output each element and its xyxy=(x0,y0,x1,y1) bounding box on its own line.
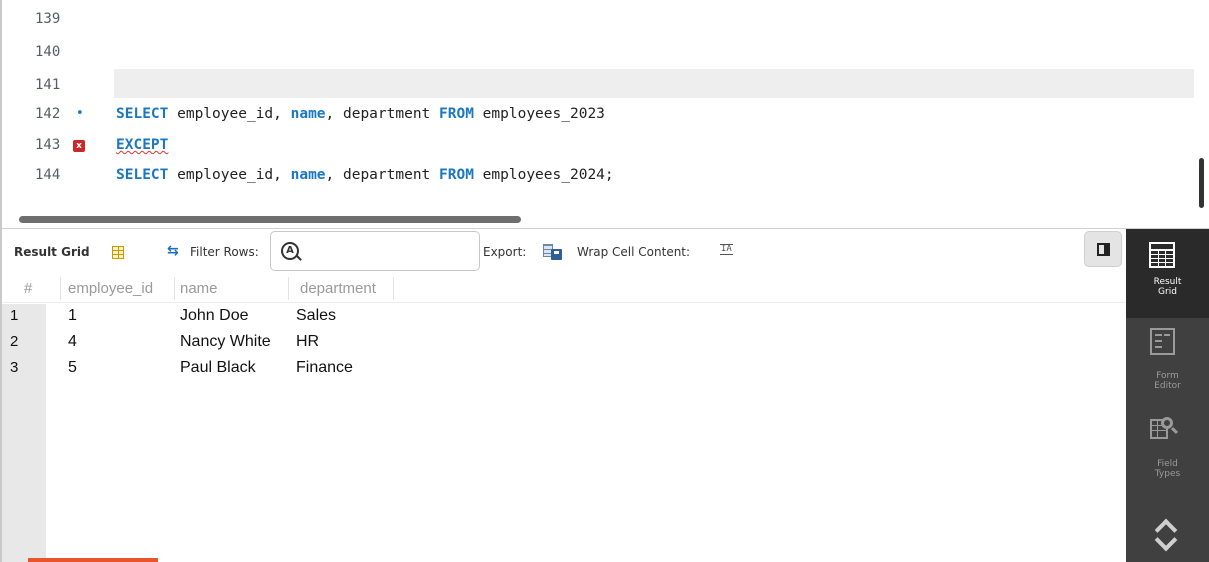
column-separator xyxy=(174,277,175,300)
code-line-139[interactable]: 139 xyxy=(2,4,1202,34)
keyword: SELECT xyxy=(116,167,169,183)
column-header-employee-id[interactable]: employee_id xyxy=(68,277,174,301)
cell-department[interactable]: Sales xyxy=(296,303,336,329)
column-header-rownum[interactable]: # xyxy=(24,277,44,301)
row-number-gutter xyxy=(2,304,46,562)
keyword: name xyxy=(290,167,326,183)
filter-rows-input[interactable]: A xyxy=(270,231,480,271)
cell-name[interactable]: Paul Black xyxy=(180,355,256,381)
row-number[interactable]: 1 xyxy=(10,303,18,329)
code-fragment: , department xyxy=(325,167,440,183)
panel-toggle-button[interactable] xyxy=(1084,231,1122,267)
line-number: 142 xyxy=(35,106,61,122)
wrap-cell-icon[interactable]: IA xyxy=(720,244,733,255)
line-number: 140 xyxy=(35,44,61,60)
code-text: EXCEPT xyxy=(116,137,168,153)
cell-department[interactable]: Finance xyxy=(296,355,353,381)
column-header-department[interactable]: department xyxy=(300,277,392,301)
form-editor-label-line2: Editor xyxy=(1154,381,1181,391)
wrap-cell-content-label: Wrap Cell Content: xyxy=(577,245,691,259)
keyword: FROM xyxy=(439,106,474,122)
form-editor-icon xyxy=(1150,328,1175,355)
column-header-name[interactable]: name xyxy=(180,277,286,301)
column-separator xyxy=(288,277,289,300)
cell-name[interactable]: Nancy White xyxy=(180,329,271,355)
keyword-error: EXCEPT xyxy=(116,137,169,153)
cell-employee-id[interactable]: 4 xyxy=(68,329,77,355)
syntax-error-icon[interactable]: x xyxy=(73,140,85,152)
code-text: SELECT employee_id, name, department FRO… xyxy=(116,167,614,183)
result-grid-label: Result Grid xyxy=(14,245,90,259)
code-fragment: , department xyxy=(325,106,440,122)
code-line-141[interactable]: 141 xyxy=(2,70,1202,100)
refresh-icon[interactable]: ⇆ xyxy=(167,243,179,259)
code-line-142[interactable]: 142 • SELECT employee_id, name, departme… xyxy=(2,99,1202,129)
row-number[interactable]: 3 xyxy=(10,355,18,381)
keyword: SELECT xyxy=(116,106,169,122)
result-grid-label-line2: Grid xyxy=(1158,287,1177,297)
grid-view-icon[interactable] xyxy=(112,246,124,259)
result-grid-view-button[interactable]: Result Grid xyxy=(1126,229,1209,318)
keyword: FROM xyxy=(439,167,474,183)
result-toolbar: Result Grid ⇆ Filter Rows: A Export: Wra… xyxy=(0,229,1126,274)
cell-employee-id[interactable]: 1 xyxy=(68,303,77,329)
field-types-label-line1: Field xyxy=(1157,459,1178,469)
code-fragment: employee_id, xyxy=(168,106,291,122)
result-grid[interactable]: # employee_id name department 1 1 John D… xyxy=(0,274,1128,562)
cell-department[interactable]: HR xyxy=(296,329,319,355)
column-separator xyxy=(60,277,61,300)
code-line-143[interactable]: 143 x EXCEPT xyxy=(2,130,1202,160)
result-side-panel: Result Grid Form Editor Field Types xyxy=(1126,229,1209,562)
export-icon[interactable] xyxy=(543,244,563,260)
cell-employee-id[interactable]: 5 xyxy=(68,355,77,381)
code-fragment: employees_2024; xyxy=(473,167,614,183)
sql-editor[interactable]: 139 140 141 142 • SELECT employee_id, na… xyxy=(0,0,1209,229)
header-divider xyxy=(2,302,1128,303)
statement-marker-icon: • xyxy=(76,106,84,121)
horizontal-scrollbar[interactable] xyxy=(19,216,521,223)
line-number: 141 xyxy=(35,77,61,93)
field-types-view-button[interactable]: Field Types xyxy=(1126,407,1209,496)
export-label: Export: xyxy=(483,245,527,259)
result-grid-label-line1: Result xyxy=(1153,277,1182,287)
keyword: name xyxy=(290,106,326,122)
code-fragment: employees_2023 xyxy=(473,106,605,122)
code-fragment: employee_id, xyxy=(168,167,291,183)
cell-name[interactable]: John Doe xyxy=(180,303,249,329)
line-number: 143 xyxy=(35,137,61,153)
line-number: 144 xyxy=(35,167,61,183)
column-separator xyxy=(393,277,394,300)
vertical-scrollbar[interactable] xyxy=(1199,158,1204,208)
form-editor-view-button[interactable]: Form Editor xyxy=(1126,318,1209,407)
line-number: 139 xyxy=(35,11,61,27)
row-number[interactable]: 2 xyxy=(10,329,18,355)
filter-rows-label: Filter Rows: xyxy=(190,245,259,259)
code-text: SELECT employee_id, name, department FRO… xyxy=(116,106,605,122)
result-tab-indicator xyxy=(28,558,158,562)
field-types-label-line2: Types xyxy=(1154,469,1181,479)
panel-toggle-icon xyxy=(1097,243,1110,256)
form-editor-label-line1: Form xyxy=(1156,371,1179,381)
code-line-140[interactable]: 140 xyxy=(2,37,1202,67)
result-grid-icon xyxy=(1149,242,1175,268)
search-filter-icon: A xyxy=(281,242,299,260)
code-line-144[interactable]: 144 SELECT employee_id, name, department… xyxy=(2,160,1202,190)
field-types-icon xyxy=(1148,415,1179,445)
